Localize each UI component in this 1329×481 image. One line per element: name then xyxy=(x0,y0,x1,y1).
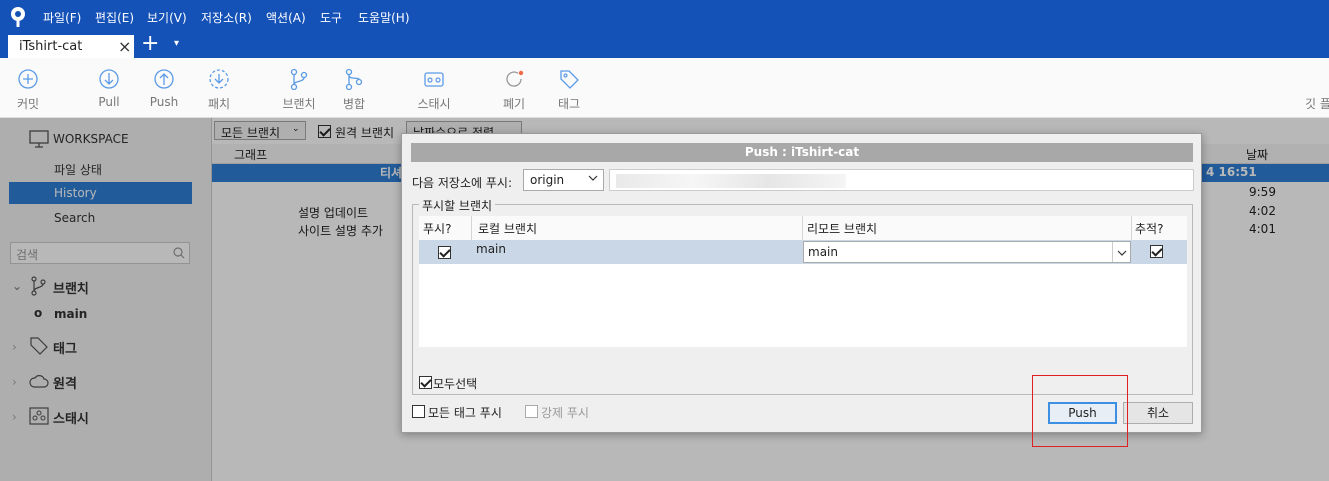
toolbar: 커밋 Pull Push 패치 브랜치 병합 스태시 폐기 태그 깃 플 xyxy=(0,58,1329,118)
col-local-branch: 로컬 브랜치 xyxy=(478,222,538,236)
commit-label: 커밋 xyxy=(16,97,40,111)
tab-bar: iTshirt-cat × + ▾ xyxy=(0,31,1329,58)
sourcetree-logo-icon[interactable] xyxy=(8,6,28,28)
menu-repository[interactable]: 저장소(R) xyxy=(201,9,252,26)
column-divider xyxy=(802,216,803,240)
remote-branch-value: main xyxy=(808,245,838,259)
table-row[interactable]: main main xyxy=(419,240,1187,264)
pull-button[interactable]: Pull xyxy=(79,58,139,118)
push-label: Push xyxy=(149,95,179,109)
merge-icon xyxy=(345,68,363,90)
fetch-button[interactable]: 패치 xyxy=(189,58,249,118)
select-divider xyxy=(1112,242,1113,262)
chevron-down-icon xyxy=(1117,250,1127,256)
menu-edit[interactable]: 편집(E) xyxy=(95,9,134,26)
discard-label: 폐기 xyxy=(502,97,526,111)
menu-view[interactable]: 보기(V) xyxy=(147,9,187,26)
push-button[interactable]: Push xyxy=(134,58,194,118)
group-title: 푸시할 브랜치 xyxy=(419,197,496,214)
fetch-label: 패치 xyxy=(207,97,231,111)
tab-menu-chevron-icon[interactable]: ▾ xyxy=(174,38,179,49)
table-header: 푸시? 로컬 브랜치 리모트 브랜치 추적? xyxy=(419,216,1187,240)
push-to-repo-label: 다음 저장소에 푸시: xyxy=(412,176,512,190)
stash-label: 스태시 xyxy=(417,97,451,111)
git-flow-icon xyxy=(1314,68,1329,90)
menu-actions[interactable]: 액션(A) xyxy=(266,9,306,26)
chevron-down-icon xyxy=(588,175,598,181)
discard-button[interactable]: 폐기 xyxy=(484,58,544,118)
menu-help[interactable]: 도움말(H) xyxy=(358,9,410,26)
branch-button[interactable]: 브랜치 xyxy=(269,58,329,118)
branches-to-push-group: 푸시할 브랜치 푸시? 로컬 브랜치 리모트 브랜치 추적? main main xyxy=(412,197,1193,395)
remote-url-field xyxy=(609,169,1194,191)
col-remote-branch: 리모트 브랜치 xyxy=(807,222,878,236)
remote-select-value: origin xyxy=(530,173,565,187)
tag-icon xyxy=(560,70,579,89)
menu-bar: 파일(F) 편집(E) 보기(V) 저장소(R) 액션(A) 도구 도움말(H) xyxy=(0,0,1329,34)
local-branch-name: main xyxy=(476,242,506,256)
git-flow-label: 깃 플 xyxy=(1305,97,1329,111)
track-checkbox[interactable] xyxy=(1150,245,1163,258)
remote-select[interactable]: origin xyxy=(523,169,604,191)
commit-button[interactable]: 커밋 xyxy=(0,58,58,118)
push-icon xyxy=(154,69,174,89)
cancel-button[interactable]: 취소 xyxy=(1123,402,1193,424)
tag-button[interactable]: 태그 xyxy=(539,58,599,118)
push-all-tags-checkbox[interactable] xyxy=(412,405,425,418)
dialog-title: Push : iTshirt-cat xyxy=(411,143,1193,162)
push-checkbox[interactable] xyxy=(438,246,451,259)
push-all-tags-label[interactable]: 모든 태그 푸시 xyxy=(428,404,502,421)
stash-button[interactable]: 스태시 xyxy=(404,58,464,118)
discard-icon xyxy=(506,70,524,87)
git-flow-button[interactable]: 깃 플 xyxy=(1295,58,1329,118)
branches-table: 푸시? 로컬 브랜치 리모트 브랜치 추적? main main xyxy=(419,216,1187,347)
fetch-icon xyxy=(209,69,229,89)
close-icon[interactable]: × xyxy=(118,37,131,56)
remote-branch-select[interactable]: main xyxy=(803,241,1131,263)
branch-label: 브랜치 xyxy=(282,97,316,111)
tab-label: iTshirt-cat xyxy=(19,39,83,54)
select-all-checkbox[interactable] xyxy=(419,376,432,389)
column-divider xyxy=(471,216,472,240)
col-track: 추적? xyxy=(1135,222,1164,236)
tab-itshirt-cat[interactable]: iTshirt-cat × xyxy=(8,35,134,58)
merge-label: 병합 xyxy=(342,97,366,111)
col-push: 푸시? xyxy=(423,222,452,236)
menu-tools[interactable]: 도구 xyxy=(320,9,342,26)
tag-label: 태그 xyxy=(557,97,581,111)
menu-file[interactable]: 파일(F) xyxy=(43,9,81,26)
stash-icon xyxy=(424,72,444,87)
force-push-checkbox xyxy=(525,405,538,418)
redacted-url xyxy=(616,174,846,188)
select-all-label[interactable]: 모두선택 xyxy=(433,375,477,392)
merge-button[interactable]: 병합 xyxy=(324,58,384,118)
annotation-highlight-box xyxy=(1032,375,1128,447)
column-divider xyxy=(1131,216,1132,240)
add-tab-icon[interactable]: + xyxy=(141,31,159,56)
pull-icon xyxy=(99,69,119,89)
branch-icon xyxy=(290,68,308,90)
commit-icon xyxy=(18,69,38,89)
force-push-label: 강제 푸시 xyxy=(541,406,589,420)
pull-label: Pull xyxy=(98,95,120,109)
